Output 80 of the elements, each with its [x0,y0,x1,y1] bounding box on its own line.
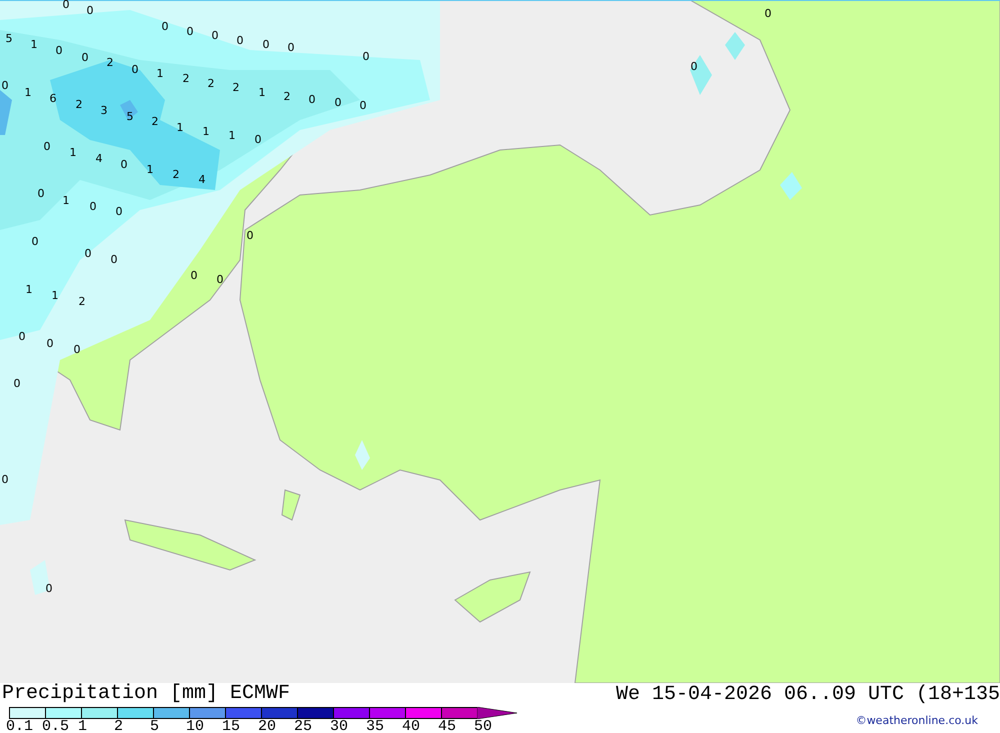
precipitation-value: 0 [46,582,52,595]
precipitation-value: 0 [216,273,224,286]
precipitation-value: 0 [246,229,254,242]
precipitation-value: 0 [120,158,128,171]
precipitation-value: 0 [360,99,366,112]
precipitation-value: 4 [198,173,206,186]
precipitation-value: 2 [182,72,190,85]
legend-tick-label: 5 [150,719,160,733]
precipitation-value: 0 [90,200,96,213]
precipitation-value: 6 [50,92,56,105]
legend-tick-label: 10 [186,719,206,733]
precipitation-value: 0 [116,205,122,218]
legend-tick-label: 35 [366,719,386,733]
legend-tick-label: 45 [438,719,458,733]
precipitation-value: 0 [110,253,118,266]
precipitation-value: 0 [2,473,8,486]
precipitation-value: 0 [334,96,342,109]
precipitation-value: 0 [56,44,62,57]
precipitation-value: 0 [82,51,88,64]
precipitation-value: 0 [254,133,262,146]
precipitation-value: 0 [132,63,138,76]
legend-tick-label: 20 [258,719,278,733]
precipitation-value: 2 [284,90,290,103]
precipitation-value: 5 [126,110,134,123]
precipitation-value: 1 [258,86,266,99]
legend-tick-label: 15 [222,719,242,733]
legend-tick-label: 0.1 [6,719,34,733]
precipitation-value: 0 [2,79,8,92]
precipitation-value: 0 [44,140,50,153]
precipitation-value: 2 [76,98,82,111]
precipitation-value: 1 [70,146,76,159]
precipitation-value: 0 [690,60,698,73]
precipitation-value: 2 [78,295,86,308]
legend-tick-label: 1 [78,719,88,733]
precipitation-value: 0 [38,187,44,200]
precipitation-value: 1 [202,125,210,138]
legend-tick-label: 2 [114,719,124,733]
precipitation-value: 1 [52,289,58,302]
precipitation-value: 1 [176,121,184,134]
precipitation-value: 0 [262,38,270,51]
precipitation-value: 0 [308,93,316,106]
precipitation-value: 2 [208,77,214,90]
precipitation-value: 0 [32,235,38,248]
precipitation-value: 1 [228,129,236,142]
legend-tick-label: 40 [402,719,422,733]
precipitation-value: 1 [146,163,154,176]
precipitation-value: 0 [764,7,772,20]
precipitation-value: 2 [106,56,114,69]
legend-title: Precipitation [mm] ECMWF [2,683,292,705]
precipitation-value: 1 [62,194,70,207]
precipitation-value: 3 [100,104,108,117]
valid-time: We 15-04-2026 06..09 UTC (18+135 [616,684,1000,706]
precipitation-value: 0 [362,50,370,63]
precipitation-value: 0 [86,4,94,17]
precipitation-value: 0 [236,34,244,47]
precipitation-value: 0 [18,330,26,343]
precipitation-value: 1 [24,86,32,99]
precipitation-value: 1 [30,38,38,51]
precipitation-value: 0 [84,247,92,260]
precipitation-value: 2 [152,115,158,128]
precipitation-value: 0 [162,20,168,33]
precipitation-value: 0 [14,377,20,390]
credit-text: ©weatheronline.co.uk [856,714,978,727]
legend-tick-label: 0.5 [42,719,70,733]
precipitation-value: 0 [212,29,218,42]
legend-tick-label: 50 [474,719,494,733]
precipitation-value: 2 [232,81,240,94]
precipitation-value: 0 [62,0,70,11]
precipitation-value: 0 [74,343,80,356]
precipitation-value: 4 [96,152,102,165]
precipitation-value: 0 [186,25,194,38]
precipitation-value: 0 [288,41,294,54]
precipitation-value: 0 [190,269,198,282]
legend-tick-label: 25 [294,719,314,733]
precipitation-value: 1 [26,283,32,296]
precipitation-value: 1 [156,67,164,80]
legend-tick-label: 30 [330,719,350,733]
precipitation-value: 5 [6,32,12,45]
precipitation-value: 0 [46,337,54,350]
precipitation-value: 2 [172,168,180,181]
